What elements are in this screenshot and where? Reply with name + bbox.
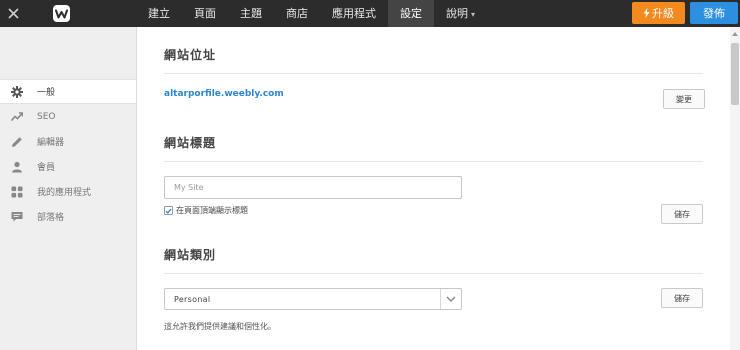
show-title-checkbox[interactable] [164, 206, 173, 215]
site-category-value: Personal [174, 294, 211, 304]
section-divider [164, 161, 703, 162]
nav-settings[interactable]: 設定 [388, 0, 434, 27]
sidebar-item-label: SEO [37, 111, 56, 122]
nav-help-label: 說明 [446, 7, 468, 20]
sidebar-item-seo[interactable]: SEO [0, 104, 136, 129]
save-category-label: 儲存 [674, 293, 690, 303]
apps-grid-icon [11, 186, 23, 198]
main-nav: 建立 頁面 主題 商店 應用程式 設定 說明 ▾ [136, 0, 487, 27]
save-title-button[interactable]: 儲存 [661, 204, 703, 224]
sidebar-item-general[interactable]: 一般 [0, 79, 136, 104]
sidebar-item-blog[interactable]: 部落格 [0, 204, 136, 229]
nav-theme[interactable]: 主題 [228, 0, 274, 27]
nav-apps-label: 應用程式 [332, 7, 376, 20]
nav-pages-label: 頁面 [194, 7, 216, 20]
scroll-up-arrow-icon[interactable] [731, 29, 739, 39]
chevron-down-icon [440, 289, 461, 309]
nav-store-label: 商店 [286, 7, 308, 20]
weebly-w-icon [55, 9, 68, 18]
chevron-down-icon: ▾ [471, 10, 476, 19]
sidebar-item-label: 會員 [37, 163, 56, 173]
nav-help[interactable]: 說明 ▾ [434, 0, 487, 27]
close-icon [7, 8, 19, 19]
nav-apps[interactable]: 應用程式 [320, 0, 388, 27]
category-helper-text: 這允許我們提供建議和個性化。 [164, 322, 276, 331]
publish-button[interactable]: 發佈 [690, 2, 738, 24]
nav-store[interactable]: 商店 [274, 0, 320, 27]
section-divider [164, 73, 703, 74]
site-category-heading: 網站類別 [164, 248, 217, 262]
gear-icon [11, 85, 23, 98]
checkmark-icon [165, 208, 172, 214]
site-address-heading: 網站位址 [164, 48, 217, 62]
save-category-button[interactable]: 儲存 [661, 288, 703, 308]
nav-settings-label: 設定 [400, 7, 422, 20]
top-bar: 建立 頁面 主題 商店 應用程式 設定 說明 ▾ 升級 發佈 [0, 0, 740, 27]
publish-label: 發佈 [703, 7, 725, 20]
pencil-icon [11, 136, 23, 148]
save-title-label: 儲存 [674, 209, 690, 219]
site-title-heading: 網站標題 [164, 136, 217, 150]
lightning-icon [643, 8, 650, 18]
upgrade-button[interactable]: 升級 [632, 2, 685, 24]
comment-icon [11, 211, 23, 223]
sidebar-item-my-apps[interactable]: 我的應用程式 [0, 179, 136, 204]
scrollbar-thumb[interactable] [731, 43, 739, 105]
sidebar-item-label: 一般 [37, 88, 56, 98]
site-category-select[interactable]: Personal [164, 288, 462, 310]
sidebar-item-members[interactable]: 會員 [0, 154, 136, 179]
change-address-label: 變更 [676, 94, 692, 104]
sidebar-item-label: 我的應用程式 [37, 188, 92, 198]
show-title-checkbox-row[interactable]: 在頁面頂端顯示標題 [164, 205, 248, 216]
sidebar-item-label: 編輯器 [37, 138, 65, 148]
sidebar-item-label: 部落格 [37, 213, 65, 223]
settings-sidebar: 一般 SEO 編輯器 會員 我的應用程式 部落格 [0, 27, 137, 350]
site-title-placeholder: My Site [174, 183, 204, 192]
section-divider [164, 273, 703, 274]
close-editor-button[interactable] [0, 0, 26, 27]
site-url-link[interactable]: altarporfile.weebly.com [164, 89, 284, 99]
nav-pages[interactable]: 頁面 [182, 0, 228, 27]
change-address-button[interactable]: 變更 [663, 89, 705, 109]
weebly-logo[interactable] [53, 5, 70, 22]
user-icon [11, 161, 23, 173]
nav-build-label: 建立 [148, 7, 170, 20]
nav-theme-label: 主題 [240, 7, 262, 20]
trend-icon [11, 111, 23, 123]
site-title-input[interactable]: My Site [164, 176, 462, 199]
upgrade-label: 升級 [652, 7, 674, 20]
sidebar-item-editor[interactable]: 編輯器 [0, 129, 136, 154]
show-title-label: 在頁面頂端顯示標題 [176, 206, 248, 215]
nav-build[interactable]: 建立 [136, 0, 182, 27]
